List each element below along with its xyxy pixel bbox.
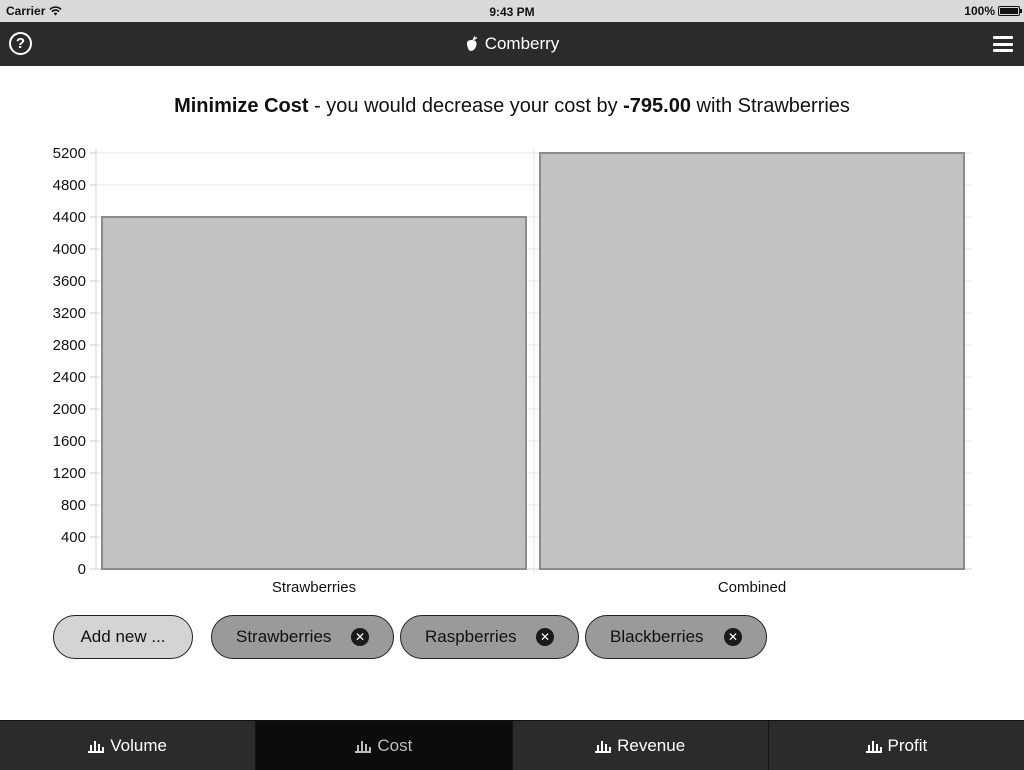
y-tick-label: 2800 [53, 337, 86, 354]
bar-combined [539, 152, 965, 570]
tab-revenue[interactable]: Revenue [513, 721, 769, 770]
tab-label: Revenue [617, 735, 686, 755]
remove-icon[interactable]: ✕ [536, 628, 554, 646]
add-new-button[interactable]: Add new ... [53, 615, 193, 659]
tab-bar: Volume Cost Revenue Profit [0, 720, 1024, 770]
headline: Minimize Cost - you would decrease your … [0, 95, 1024, 118]
battery-percent: 100% [964, 4, 995, 18]
bar-chart-icon [355, 739, 372, 753]
app-title-text: Comberry [484, 34, 560, 53]
y-tick-label: 4800 [53, 177, 86, 194]
y-tick-label: 0 [78, 561, 86, 578]
bar-chart-icon [865, 739, 882, 753]
headline-text: - you would decrease your cost by [308, 95, 624, 117]
tab-cost[interactable]: Cost [256, 721, 513, 770]
y-tick-label: 800 [61, 497, 86, 514]
menu-icon[interactable] [993, 36, 1013, 52]
y-tick-label: 3600 [53, 273, 86, 290]
tab-label: Profit [887, 735, 928, 755]
y-tick-label: 4000 [53, 241, 86, 258]
berry-logo-icon [466, 36, 478, 51]
bar-strawberries [101, 216, 527, 570]
x-tick-label: Strawberries [272, 579, 356, 596]
chip-label: Strawberries [236, 627, 332, 646]
tab-label: Volume [110, 735, 167, 755]
nav-bar: ? Comberry [0, 22, 1024, 66]
y-tick-label: 1200 [53, 465, 86, 482]
tab-label: Cost [377, 735, 413, 755]
status-time: 9:43 PM [489, 5, 535, 19]
bar-chart-icon [595, 739, 612, 753]
chip-blackberries[interactable]: Blackberries ✕ [585, 615, 767, 659]
y-tick-label: 4400 [53, 209, 86, 226]
chip-label: Blackberries [610, 627, 704, 646]
y-tick-label: 400 [61, 529, 86, 546]
app-title: Comberry [0, 34, 1024, 54]
chip-strawberries[interactable]: Strawberries ✕ [211, 615, 394, 659]
y-tick-label: 5200 [53, 145, 86, 162]
status-bar: Carrier 9:43 PM 100% [0, 0, 1024, 22]
headline-objective: Minimize Cost [174, 95, 309, 117]
cost-bar-chart: 0 400 800 1200 1600 2000 2400 2800 3200 3600 4000 4… [53, 145, 972, 596]
headline-suffix: with Strawberries [690, 95, 850, 117]
remove-icon[interactable]: ✕ [724, 628, 742, 646]
y-tick-label: 3200 [53, 305, 86, 322]
bar-chart-icon [88, 739, 105, 753]
battery-icon [998, 6, 1022, 16]
tab-volume[interactable]: Volume [0, 721, 257, 770]
headline-amount: -795.00 [623, 95, 691, 117]
y-tick-label: 1600 [53, 433, 86, 450]
remove-icon[interactable]: ✕ [351, 628, 369, 646]
chip-raspberries[interactable]: Raspberries ✕ [400, 615, 579, 659]
y-tick-label: 2000 [53, 401, 86, 418]
y-tick-label: 2400 [53, 369, 86, 386]
battery-indicator: 100% [964, 4, 1022, 18]
chip-label: Raspberries [425, 627, 517, 646]
tab-profit[interactable]: Profit [769, 721, 1024, 770]
x-tick-label: Combined [718, 579, 786, 596]
add-new-label: Add new ... [80, 627, 166, 646]
